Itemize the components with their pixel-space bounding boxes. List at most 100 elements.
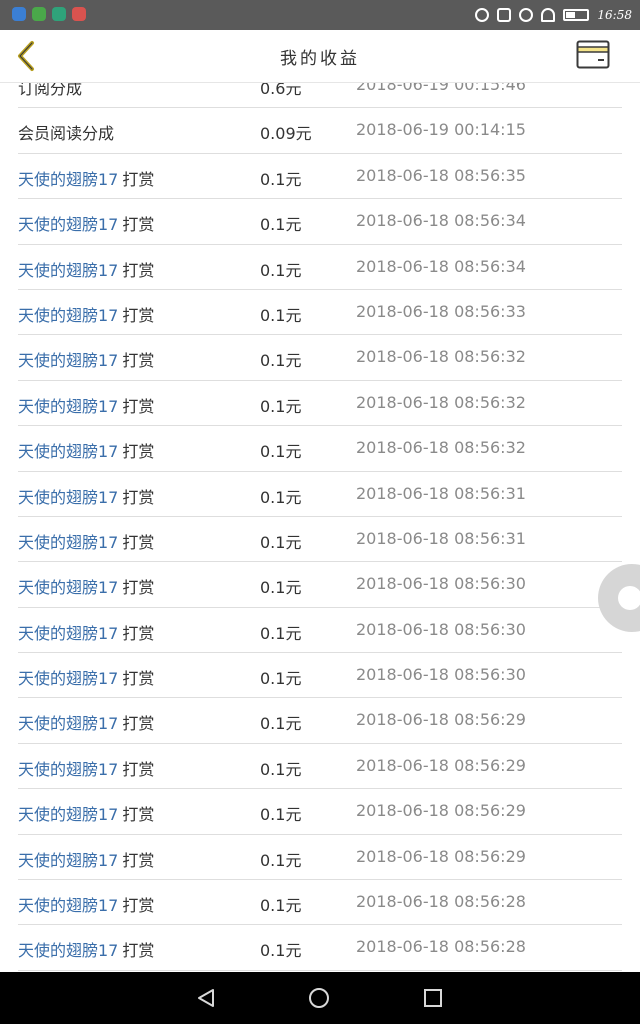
action-label: 打赏	[122, 805, 155, 825]
earnings-row: 天使的翅膀17 打赏 0.1元 2018-06-18 08:56:34	[18, 245, 622, 290]
earnings-amount: 0.1元	[260, 487, 302, 507]
earnings-source: 天使的翅膀17 打赏	[18, 665, 154, 689]
user-link[interactable]: 天使的翅膀17	[18, 896, 118, 915]
earnings-source: 天使的翅膀17 打赏	[18, 801, 154, 825]
status-icons: 16:58	[475, 5, 632, 25]
action-label: 打赏	[122, 260, 155, 280]
vibrate-icon	[497, 8, 512, 22]
earnings-row: 天使的翅膀17 打赏 0.1元 2018-06-18 08:56:30	[18, 608, 622, 654]
user-link[interactable]: 天使的翅膀17	[18, 941, 118, 960]
earnings-source: 天使的翅膀17 打赏	[18, 620, 154, 644]
battery-icon	[563, 9, 590, 21]
user-link[interactable]: 天使的翅膀17	[18, 805, 118, 824]
action-label: 打赏	[122, 941, 155, 961]
user-link[interactable]: 天使的翅膀17	[18, 261, 118, 280]
earnings-amount: 0.1元	[260, 805, 302, 825]
earnings-source: 天使的翅膀17 打赏	[18, 574, 154, 598]
earnings-time: 2018-06-18 08:56:33	[356, 301, 526, 321]
earnings-time: 2018-06-18 08:56:29	[356, 801, 526, 821]
earnings-source: 天使的翅膀17 打赏	[18, 393, 154, 417]
earnings-time: 2018-06-18 08:56:35	[356, 165, 526, 185]
earnings-source: 天使的翅膀17 打赏	[18, 756, 154, 780]
action-label: 打赏	[122, 669, 155, 689]
earnings-time: 2018-06-18 08:56:28	[356, 892, 526, 912]
earnings-amount: 0.1元	[260, 305, 302, 325]
earnings-row: 天使的翅膀17 打赏 0.1元 2018-06-18 08:56:31	[18, 517, 622, 563]
earnings-source: 天使的翅膀17 打赏	[18, 892, 154, 916]
app-notification-icon	[32, 7, 46, 21]
earnings-amount: 0.1元	[260, 442, 302, 462]
earnings-amount: 0.1元	[260, 850, 302, 870]
earnings-row: 天使的翅膀17 打赏 0.1元 2018-06-18 08:56:30	[18, 562, 622, 608]
earnings-source: 会员阅读分成	[18, 120, 114, 144]
earnings-row: 天使的翅膀17 打赏 0.1元 2018-06-18 08:56:32	[18, 335, 622, 381]
user-link[interactable]: 天使的翅膀17	[18, 488, 118, 507]
earnings-row: 天使的翅膀17 打赏 0.1元 2018-06-18 08:56:28	[18, 925, 622, 971]
nav-recent-apps-button[interactable]	[424, 989, 442, 1007]
app-notification-icon	[72, 7, 86, 21]
earnings-row: 天使的翅膀17 打赏 0.1元 2018-06-18 08:56:35	[18, 154, 622, 200]
earnings-row: 天使的翅膀17 打赏 0.1元 2018-06-18 08:56:31	[18, 472, 622, 517]
action-label: 打赏	[122, 578, 155, 598]
earnings-row: 天使的翅膀17 打赏 0.1元 2018-06-18 08:56:32	[18, 381, 622, 427]
earnings-row: 天使的翅膀17 打赏 0.1元 2018-06-18 08:56:29	[18, 744, 622, 790]
app-notification-icon	[12, 7, 26, 21]
earnings-source: 天使的翅膀17 打赏	[18, 710, 154, 734]
earnings-amount: 0.1元	[260, 260, 302, 280]
card-button[interactable]	[576, 40, 610, 70]
earnings-source: 天使的翅膀17 打赏	[18, 529, 154, 553]
user-link[interactable]: 天使的翅膀17	[18, 397, 118, 416]
earnings-source: 天使的翅膀17 打赏	[18, 302, 154, 326]
triangle-back-icon	[198, 989, 214, 1007]
earnings-amount: 0.1元	[260, 532, 302, 552]
earnings-source: 天使的翅膀17 打赏	[18, 847, 154, 871]
user-link[interactable]: 天使的翅膀17	[18, 714, 118, 733]
action-label: 打赏	[122, 532, 155, 552]
user-link[interactable]: 天使的翅膀17	[18, 351, 118, 370]
status-bar: 16:58	[0, 0, 640, 30]
earnings-row: 天使的翅膀17 打赏 0.1元 2018-06-18 08:56:29	[18, 789, 622, 835]
action-label: 打赏	[122, 169, 155, 189]
earnings-time: 2018-06-18 08:56:34	[356, 256, 526, 276]
user-link[interactable]: 天使的翅膀17	[18, 170, 118, 189]
user-link[interactable]: 天使的翅膀17	[18, 442, 118, 461]
earnings-time: 2018-06-18 08:56:32	[356, 392, 526, 412]
earnings-amount: 0.1元	[260, 623, 302, 643]
nav-home-button[interactable]	[309, 988, 329, 1008]
earnings-row: 天使的翅膀17 打赏 0.1元 2018-06-18 08:56:28	[18, 880, 622, 926]
earnings-time: 2018-06-18 08:56:29	[356, 846, 526, 866]
action-label: 打赏	[122, 215, 155, 235]
action-label: 打赏	[122, 623, 155, 643]
app-notification-icon	[52, 7, 66, 21]
earnings-time: 2018-06-18 08:56:28	[356, 937, 526, 957]
status-time: 16:58	[597, 8, 632, 22]
user-link[interactable]: 天使的翅膀17	[18, 760, 118, 779]
earnings-time: 2018-06-18 08:56:29	[356, 710, 526, 730]
earnings-list: 订阅分成 0.6元 2018-06-19 00:15:46 会员阅读分成 0.09元 20…	[18, 63, 622, 971]
wifi-icon	[541, 8, 556, 22]
user-link[interactable]: 天使的翅膀17	[18, 533, 118, 552]
do-not-disturb-icon	[519, 8, 534, 22]
earnings-source: 天使的翅膀17 打赏	[18, 438, 154, 462]
earnings-source: 天使的翅膀17 打赏	[18, 484, 154, 508]
action-label: 打赏	[122, 442, 155, 462]
earnings-time: 2018-06-18 08:56:30	[356, 619, 526, 639]
earnings-source: 天使的翅膀17 打赏	[18, 347, 154, 371]
earnings-amount: 0.1元	[260, 896, 302, 916]
earnings-time: 2018-06-18 08:56:30	[356, 665, 526, 685]
user-link[interactable]: 天使的翅膀17	[18, 669, 118, 688]
earnings-time: 2018-06-19 00:14:15	[356, 120, 526, 140]
earnings-row: 天使的翅膀17 打赏 0.1元 2018-06-18 08:56:33	[18, 290, 622, 336]
earnings-row: 天使的翅膀17 打赏 0.1元 2018-06-18 08:56:30	[18, 653, 622, 699]
user-link[interactable]: 天使的翅膀17	[18, 215, 118, 234]
source-label: 会员阅读分成	[18, 124, 115, 144]
user-link[interactable]: 天使的翅膀17	[18, 306, 118, 325]
nav-back-button[interactable]	[196, 988, 216, 1008]
user-link[interactable]: 天使的翅膀17	[18, 578, 118, 597]
earnings-source: 天使的翅膀17 打赏	[18, 257, 154, 281]
earnings-amount: 0.1元	[260, 578, 302, 598]
earnings-row: 天使的翅膀17 打赏 0.1元 2018-06-18 08:56:32	[18, 426, 622, 472]
user-link[interactable]: 天使的翅膀17	[18, 624, 118, 643]
action-label: 打赏	[122, 896, 155, 916]
user-link[interactable]: 天使的翅膀17	[18, 851, 118, 870]
